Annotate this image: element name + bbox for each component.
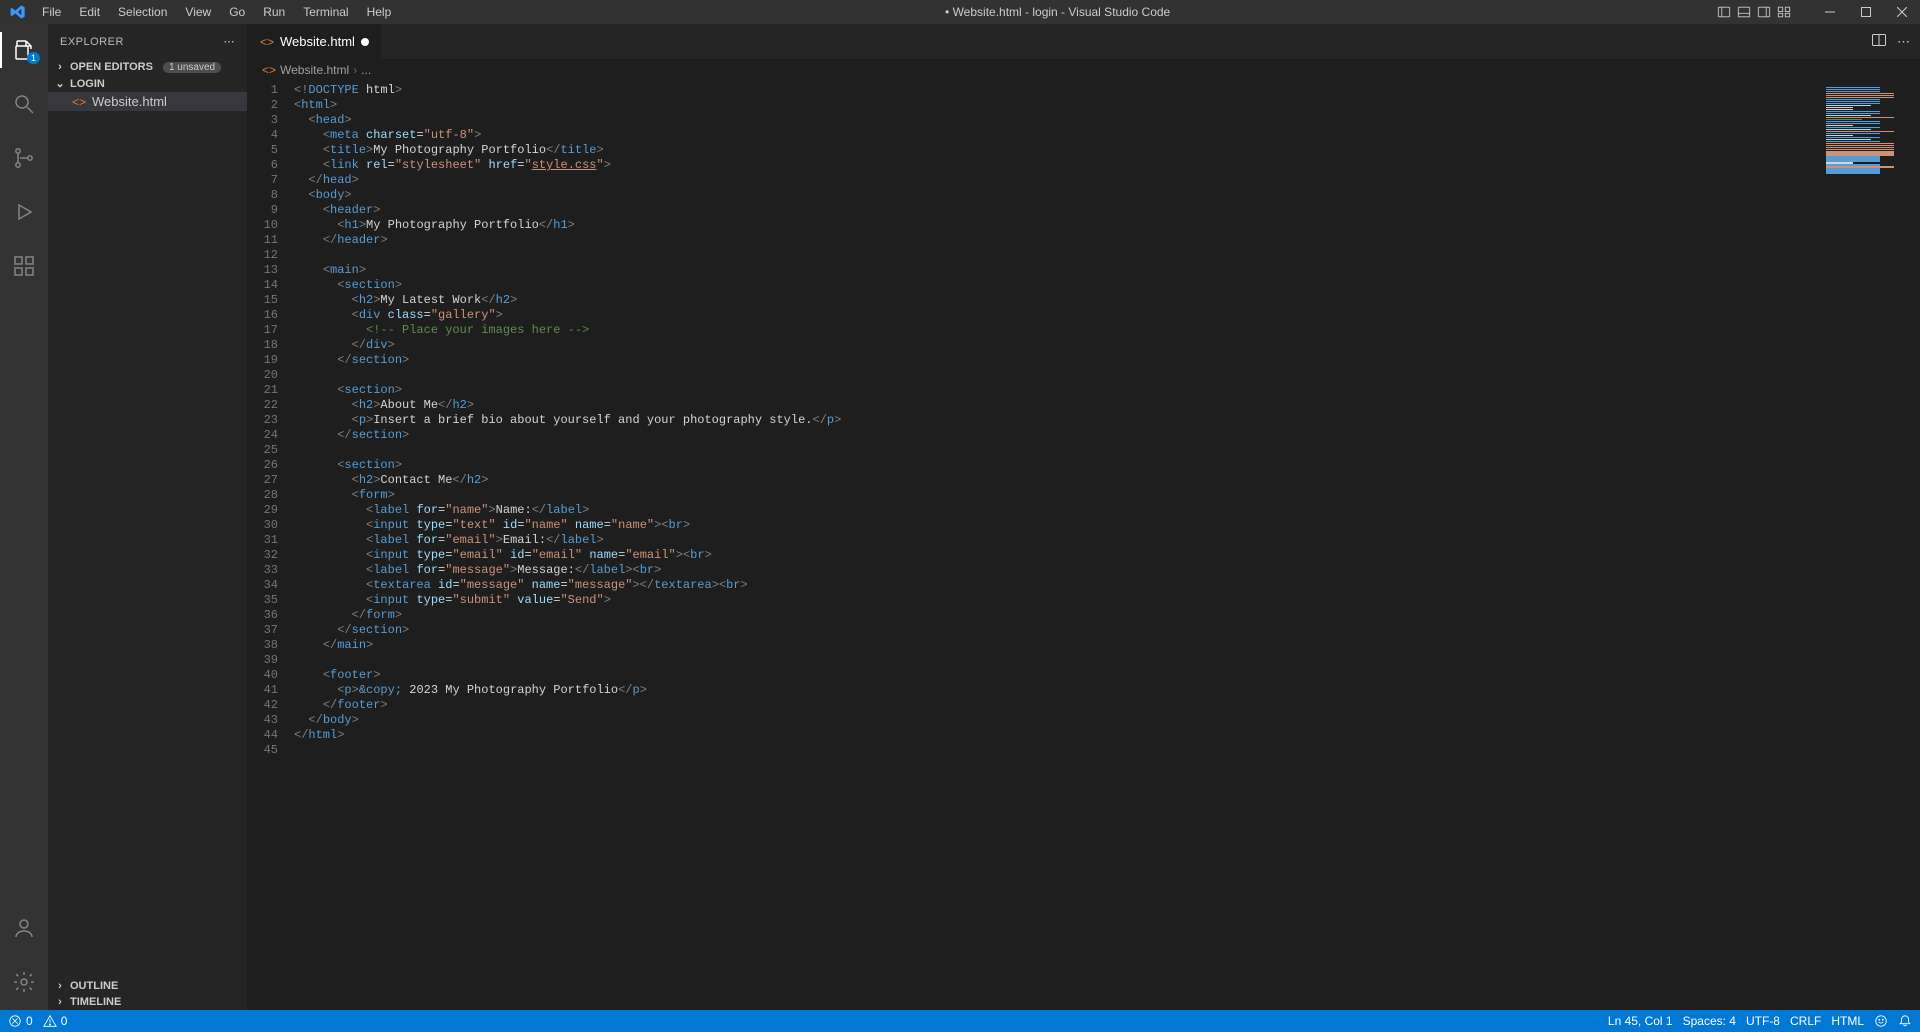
html-file-icon: <> [262, 63, 276, 77]
title-bar: File Edit Selection View Go Run Terminal… [0, 0, 1920, 24]
status-spaces[interactable]: Spaces: 4 [1683, 1014, 1736, 1028]
window-maximize-button[interactable] [1852, 1, 1880, 23]
menu-view[interactable]: View [177, 2, 219, 22]
tab-label: Website.html [280, 34, 355, 49]
file-tree-item[interactable]: <> Website.html [48, 92, 247, 111]
explorer-more-icon[interactable]: ⋯ [224, 35, 236, 48]
menu-file[interactable]: File [34, 2, 69, 22]
outline-label: OUTLINE [70, 980, 118, 992]
status-bar: 0 0 Ln 45, Col 1 Spaces: 4 UTF-8 CRLF HT… [0, 1010, 1920, 1032]
warnings-count: 0 [61, 1014, 68, 1028]
status-ln-col[interactable]: Ln 45, Col 1 [1608, 1014, 1673, 1028]
explorer-badge: 1 [27, 52, 40, 64]
activity-run-debug[interactable] [0, 194, 48, 230]
explorer-title: EXPLORER [60, 36, 124, 48]
chevron-right-icon: › [54, 996, 66, 1008]
activity-bar: 1 [0, 24, 48, 1010]
chevron-right-icon: › [54, 980, 66, 992]
breadcrumb[interactable]: <> Website.html › ... [248, 59, 1920, 81]
menu-go[interactable]: Go [221, 2, 253, 22]
html-file-icon: <> [72, 95, 86, 109]
menu-selection[interactable]: Selection [110, 2, 175, 22]
breadcrumb-file: Website.html [280, 63, 349, 77]
timeline-section[interactable]: › TIMELINE [48, 994, 247, 1010]
activity-extensions[interactable] [0, 248, 48, 284]
activity-explorer[interactable]: 1 [0, 32, 48, 68]
window-title: • Website.html - login - Visual Studio C… [399, 5, 1716, 19]
layout-toggle-primary-icon[interactable] [1716, 4, 1732, 20]
chevron-down-icon: ⌄ [54, 77, 66, 90]
window-minimize-button[interactable] [1816, 1, 1844, 23]
chevron-=icon: › [54, 61, 66, 73]
line-number-gutter: 1234567891011121314151617181920212223242… [248, 81, 294, 1010]
folder-section[interactable]: ⌄ LOGIN [48, 75, 247, 92]
timeline-label: TIMELINE [70, 996, 121, 1008]
status-eol[interactable]: CRLF [1790, 1014, 1821, 1028]
status-language[interactable]: HTML [1831, 1014, 1864, 1028]
activity-source-control[interactable] [0, 140, 48, 176]
chevron-right-icon: › [353, 63, 357, 77]
menu-help[interactable]: Help [359, 2, 400, 22]
menu-terminal[interactable]: Terminal [295, 2, 356, 22]
open-editors-section[interactable]: › OPEN EDITORS 1 unsaved [48, 59, 247, 75]
open-editors-label: OPEN EDITORS [70, 61, 153, 73]
tab-more-icon[interactable]: ⋯ [1897, 34, 1910, 50]
vscode-icon [10, 4, 26, 20]
minimap[interactable] [1820, 81, 1920, 1010]
unsaved-badge: 1 unsaved [163, 62, 221, 73]
activity-accounts[interactable] [0, 910, 48, 946]
split-editor-icon[interactable] [1871, 32, 1887, 51]
code-editor[interactable]: <!DOCTYPE html><html> <head> <meta chars… [294, 81, 1820, 1010]
status-encoding[interactable]: UTF-8 [1746, 1014, 1780, 1028]
folder-label: LOGIN [70, 78, 105, 90]
editor-area: <> Website.html ⋯ <> Website.html › ... … [248, 24, 1920, 1010]
tabs-row: <> Website.html ⋯ [248, 24, 1920, 59]
window-close-button[interactable] [1888, 1, 1916, 23]
file-label: Website.html [92, 94, 167, 109]
status-errors[interactable]: 0 [8, 1014, 33, 1028]
outline-section[interactable]: › OUTLINE [48, 978, 247, 994]
modified-dot-icon [361, 38, 369, 46]
breadcrumb-rest: ... [361, 63, 371, 77]
activity-search[interactable] [0, 86, 48, 122]
html-file-icon: <> [260, 35, 274, 49]
layout-customize-icon[interactable] [1776, 4, 1792, 20]
layout-toggle-panel-icon[interactable] [1736, 4, 1752, 20]
editor-tab[interactable]: <> Website.html [248, 24, 382, 59]
menu-run[interactable]: Run [255, 2, 293, 22]
layout-toggle-secondary-icon[interactable] [1756, 4, 1772, 20]
errors-count: 0 [26, 1014, 33, 1028]
status-notifications-icon[interactable] [1898, 1014, 1912, 1028]
status-feedback-icon[interactable] [1874, 1014, 1888, 1028]
activity-settings[interactable] [0, 964, 48, 1000]
status-warnings[interactable]: 0 [43, 1014, 68, 1028]
menu-edit[interactable]: Edit [71, 2, 108, 22]
explorer-sidebar: EXPLORER ⋯ › OPEN EDITORS 1 unsaved ⌄ LO… [48, 24, 248, 1010]
